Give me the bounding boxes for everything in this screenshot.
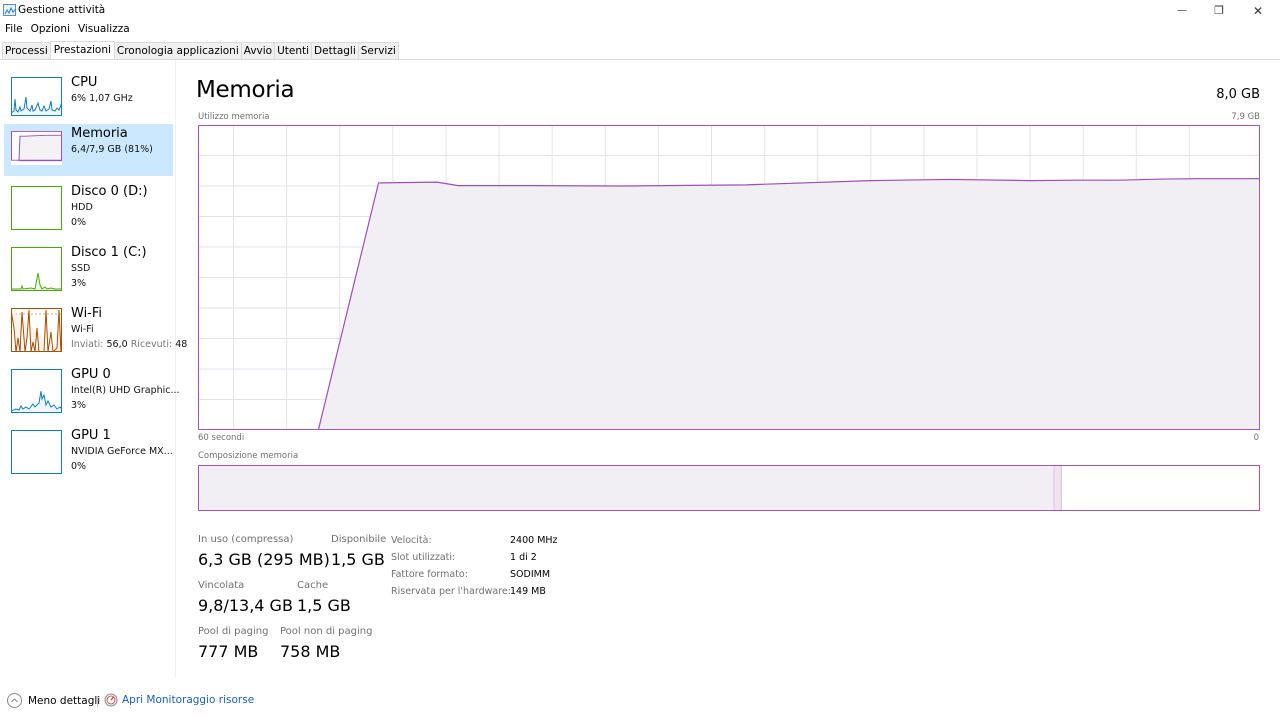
tab-app-history[interactable]: Cronologia applicazioni: [113, 42, 242, 59]
sidebar-item-cpu[interactable]: CPU 6% 1,07 GHz: [4, 73, 173, 125]
available-value: 1,5 GB: [331, 550, 385, 569]
slots-used-value: 1 di 2: [510, 552, 537, 563]
memory-usage-area: [318, 178, 1260, 430]
committed-value: 9,8/13,4 GB: [198, 596, 293, 615]
sidebar-item-gpu-0[interactable]: GPU 0 Intel(R) UHD Graphic... 3%: [4, 365, 180, 417]
menu-options[interactable]: Opzioni: [27, 21, 74, 38]
committed-label: Vincolata: [198, 580, 245, 591]
footer-divider: [97, 696, 98, 707]
nonpaged-pool-value: 758 MB: [280, 642, 341, 661]
form-factor-label: Fattore formato:: [391, 569, 468, 580]
sidebar-item-gpu-1[interactable]: GPU 1 NVIDIA GeForce MX... 0%: [4, 426, 173, 478]
available-label: Disponibile: [331, 534, 387, 545]
in-use-value: 6,3 GB (295 MB): [198, 550, 330, 569]
minimize-button[interactable]: —: [1162, 0, 1202, 21]
memory-usage-chart: [198, 125, 1260, 430]
disk-0-thumbnail-graph: [11, 186, 62, 230]
sidebar-item-memory[interactable]: Memoria 6,4/7,9 GB (81%): [4, 124, 173, 176]
tab-services[interactable]: Servizi: [357, 42, 399, 59]
gpu-1-thumbnail-graph: [11, 430, 62, 474]
tab-bar: Processi Prestazioni Cronologia applicaz…: [0, 41, 1280, 60]
tab-startup[interactable]: Avvio: [240, 42, 276, 59]
x-axis-start-label: 60 secondi: [198, 433, 245, 443]
fewer-details-button[interactable]: Meno dettagli: [7, 693, 100, 708]
paged-pool-value: 777 MB: [198, 642, 259, 661]
slots-used-label: Slot utilizzati:: [391, 552, 456, 563]
x-axis-end-label: 0: [1253, 433, 1259, 443]
form-factor-value: SODIMM: [510, 569, 551, 580]
sidebar-item-title: CPU: [71, 75, 98, 90]
menu-bar: File Opzioni Visualizza: [0, 21, 134, 38]
resource-monitor-icon: [104, 693, 118, 707]
resource-sidebar: CPU 6% 1,07 GHz Memoria 6,4/7,9 GB (81%)…: [0, 60, 187, 678]
cached-label: Cache: [297, 580, 329, 591]
sidebar-item-disk-1[interactable]: Disco 1 (C:) SSD 3%: [4, 243, 173, 295]
window-title: Gestione attività: [18, 4, 106, 16]
restore-icon: ❐: [1214, 4, 1224, 17]
menu-file[interactable]: File: [0, 21, 27, 38]
sidebar-item-subtitle: HDD: [71, 202, 93, 213]
tab-users[interactable]: Utenti: [274, 42, 313, 59]
gpu-0-thumbnail-graph: [11, 369, 62, 413]
sent-value: 56,0: [106, 339, 128, 350]
sidebar-item-usage: 3%: [71, 278, 87, 289]
memory-composition-bar: [198, 465, 1260, 511]
sidebar-item-subtitle: SSD: [71, 263, 91, 274]
sidebar-item-subtitle: 6,4/7,9 GB (81%): [71, 144, 153, 155]
sidebar-item-wifi[interactable]: Wi-Fi Wi-Fi Inviati: 56,0 Ricevuti: 48: [4, 304, 187, 356]
open-resource-monitor-link[interactable]: Apri Monitoraggio risorse: [104, 693, 254, 707]
sidebar-item-throughput: Inviati: 56,0 Ricevuti: 48: [71, 339, 187, 350]
cached-value: 1,5 GB: [297, 596, 351, 615]
nonpaged-pool-label: Pool non di paging: [280, 626, 373, 637]
title-bar: Gestione attività — ❐ ✕: [0, 0, 1280, 21]
sidebar-item-usage: 0%: [71, 217, 87, 228]
footer: Meno dettagli Apri Monitoraggio risorse: [0, 690, 400, 712]
received-value: 48: [175, 339, 188, 350]
sidebar-item-title: Memoria: [71, 126, 128, 141]
sidebar-item-subtitle: Wi-Fi: [71, 324, 94, 335]
usage-chart-label: Utilizzo memoria: [198, 112, 270, 122]
sidebar-item-title: Disco 1 (C:): [71, 245, 147, 260]
fewer-details-label: Meno dettagli: [28, 694, 101, 707]
total-memory-capacity: 8,0 GB: [1216, 87, 1260, 102]
usage-chart-max-label: 7,9 GB: [1231, 112, 1260, 122]
composition-modified-segment: [1053, 465, 1062, 511]
sidebar-item-title: Disco 0 (D:): [71, 184, 148, 199]
sent-label: Inviati:: [71, 339, 104, 350]
menu-view[interactable]: Visualizza: [74, 21, 134, 38]
hardware-reserved-value: 149 MB: [510, 586, 546, 597]
received-label: Ricevuti:: [130, 339, 173, 350]
cpu-thumbnail-graph: [11, 77, 62, 116]
speed-label: Velocità:: [391, 535, 432, 546]
page-title: Memoria: [196, 77, 295, 103]
tab-performance[interactable]: Prestazioni: [49, 41, 115, 59]
composition-label: Composizione memoria: [198, 451, 299, 461]
sidebar-item-title: GPU 1: [71, 428, 111, 443]
chevron-up-icon: [7, 693, 22, 708]
close-button[interactable]: ✕: [1238, 0, 1278, 21]
open-resource-monitor-label: Apri Monitoraggio risorse: [122, 694, 255, 706]
task-manager-app-icon: [3, 4, 17, 16]
sidebar-item-usage: 3%: [71, 400, 87, 411]
sidebar-item-subtitle: NVIDIA GeForce MX...: [71, 446, 173, 457]
speed-value: 2400 MHz: [510, 535, 558, 546]
hardware-reserved-label: Riservata per l'hardware:: [391, 586, 511, 597]
sidebar-item-title: GPU 0: [71, 367, 111, 382]
maximize-button[interactable]: ❐: [1199, 0, 1239, 21]
minimize-icon: —: [1177, 5, 1187, 16]
memory-thumbnail-graph: [11, 131, 62, 165]
close-icon: ✕: [1252, 3, 1264, 18]
sidebar-item-usage: 0%: [71, 461, 87, 472]
sidebar-item-subtitle: Intel(R) UHD Graphic...: [71, 385, 180, 396]
paged-pool-label: Pool di paging: [198, 626, 269, 637]
in-use-label: In uso (compressa): [198, 534, 294, 545]
tab-processes[interactable]: Processi: [2, 42, 51, 59]
disk-1-thumbnail-graph: [11, 247, 62, 291]
wifi-thumbnail-graph: [11, 308, 62, 352]
sidebar-item-title: Wi-Fi: [71, 306, 103, 321]
tab-details[interactable]: Dettagli: [311, 42, 359, 59]
sidebar-item-disk-0[interactable]: Disco 0 (D:) HDD 0%: [4, 182, 173, 234]
composition-in-use-segment: [198, 465, 1054, 511]
sidebar-item-subtitle: 6% 1,07 GHz: [71, 93, 133, 104]
